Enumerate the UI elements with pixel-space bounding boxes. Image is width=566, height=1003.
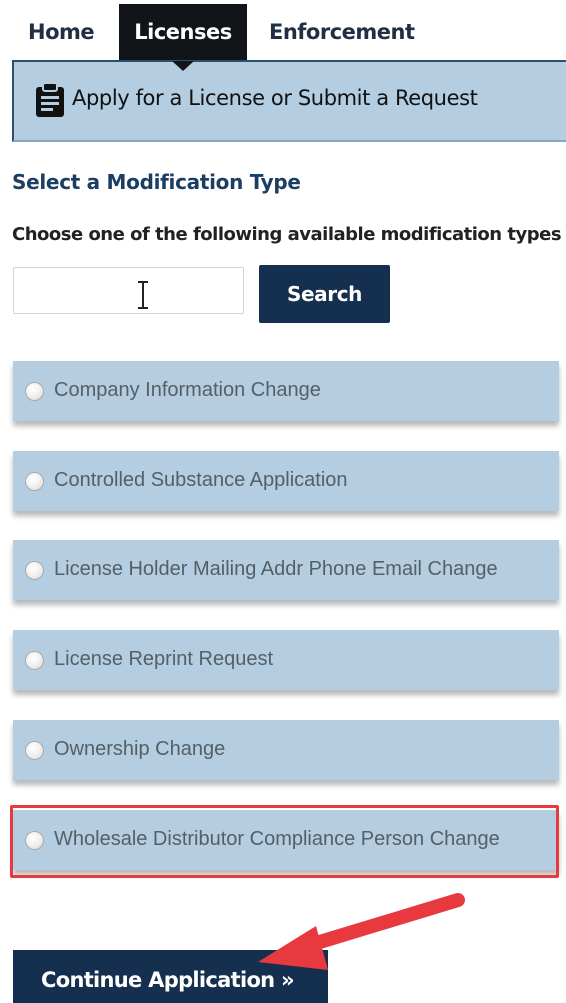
option-license-reprint-request[interactable]: License Reprint Request: [13, 630, 559, 690]
option-label: Ownership Change: [54, 738, 226, 760]
radio-button[interactable]: [25, 472, 44, 491]
option-controlled-substance-application[interactable]: Controlled Substance Application: [13, 451, 559, 511]
annotation-arrow-icon: [240, 880, 480, 985]
text-cursor-icon: [136, 281, 150, 314]
option-ownership-change[interactable]: Ownership Change: [13, 720, 559, 780]
tab-home-label: Home: [28, 20, 95, 44]
radio-button[interactable]: [25, 651, 44, 670]
option-license-holder-mailing-change[interactable]: License Holder Mailing Addr Phone Email …: [13, 540, 559, 600]
tab-enforcement[interactable]: Enforcement: [269, 4, 415, 61]
tab-licenses[interactable]: Licenses: [119, 4, 247, 61]
instructions-text: Choose one of the following available mo…: [12, 224, 562, 245]
option-label: Company Information Change: [54, 379, 321, 401]
radio-button[interactable]: [25, 741, 44, 760]
action-banner: Apply for a License or Submit a Request: [12, 60, 566, 142]
option-label: Controlled Substance Application: [54, 469, 348, 491]
option-label: Wholesale Distributor Compliance Person …: [54, 828, 500, 850]
section-title: Select a Modification Type: [12, 170, 301, 194]
tab-licenses-label: Licenses: [134, 20, 232, 44]
option-label: License Reprint Request: [54, 648, 274, 670]
active-tab-caret: [172, 61, 194, 71]
option-wholesale-distributor-compliance-person-change[interactable]: Wholesale Distributor Compliance Person …: [13, 810, 559, 870]
radio-button[interactable]: [25, 561, 44, 580]
radio-button[interactable]: [25, 382, 44, 401]
option-company-information-change[interactable]: Company Information Change: [13, 361, 559, 421]
search-button[interactable]: Search: [259, 265, 390, 323]
tab-enforcement-label: Enforcement: [269, 20, 415, 44]
radio-button[interactable]: [25, 831, 44, 850]
top-navigation: Home Licenses Enforcement: [0, 0, 566, 62]
option-label: License Holder Mailing Addr Phone Email …: [54, 558, 498, 580]
tab-home[interactable]: Home: [28, 4, 95, 61]
banner-link[interactable]: Apply for a License or Submit a Request: [72, 86, 478, 110]
clipboard-icon: [34, 82, 66, 123]
search-input[interactable]: [13, 267, 244, 314]
